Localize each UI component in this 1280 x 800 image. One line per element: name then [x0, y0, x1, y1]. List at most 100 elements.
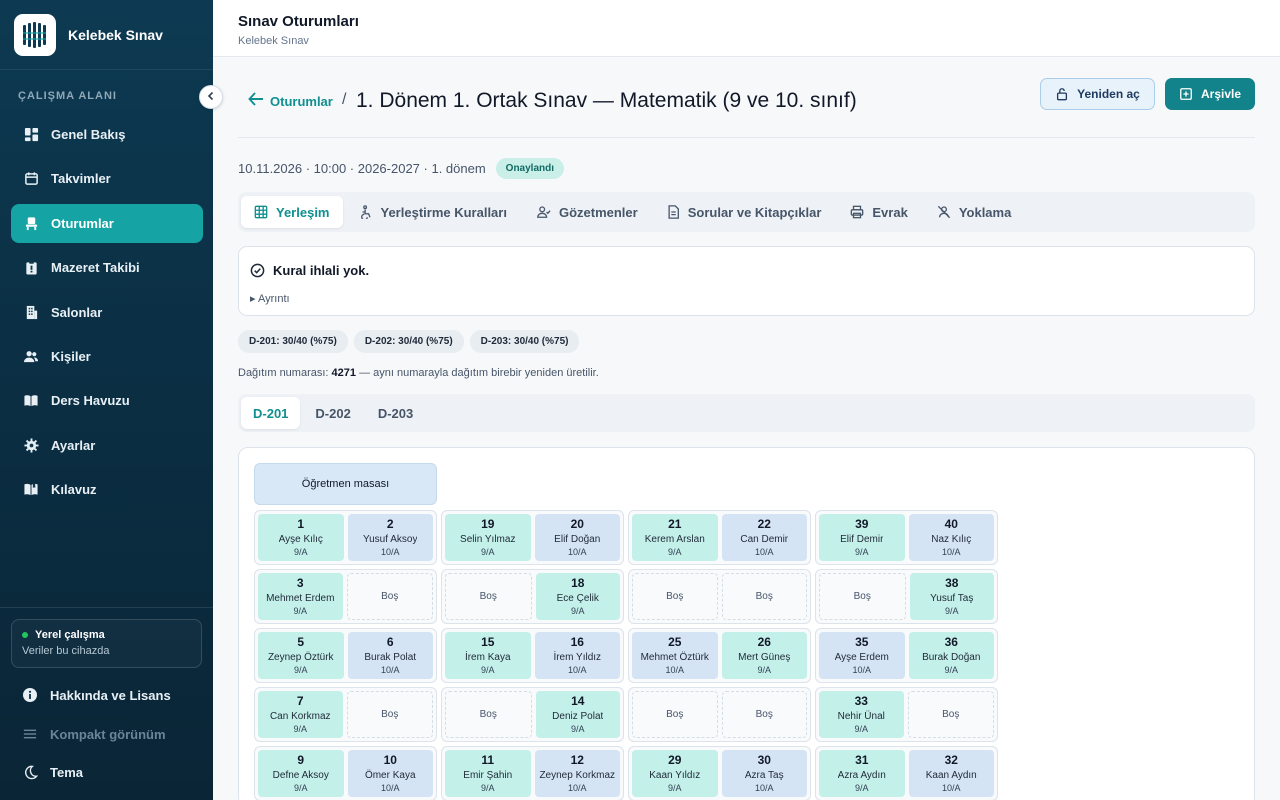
sidebar-item-mazeret-takibi[interactable]: Mazeret Takibi [11, 248, 203, 287]
seat[interactable]: 11 Emir Şahin 9/A [445, 750, 531, 797]
seat-number: 25 [668, 635, 682, 649]
seat[interactable]: 6 Burak Polat 10/A [347, 632, 433, 679]
header-subtitle: Kelebek Sınav [238, 35, 309, 47]
seat[interactable]: 30 Azra Taş 10/A [721, 750, 807, 797]
seat-number: 6 [386, 635, 394, 649]
seat[interactable]: 32 Kaan Aydın 10/A [908, 750, 994, 797]
sidebar-item-genel-bakis[interactable]: Genel Bakış [11, 115, 203, 154]
empty-seat[interactable]: Boş [721, 691, 807, 738]
seat[interactable]: 38 Yusuf Taş 9/A [909, 573, 994, 620]
sidebar-item-kilavuz[interactable]: Kılavuz [11, 470, 203, 509]
seat[interactable]: 22 Can Demir 10/A [721, 514, 807, 561]
seat[interactable]: 29 Kaan Yıldız 9/A [632, 750, 718, 797]
student-class: 9/A [854, 547, 869, 557]
seat-number: 14 [571, 694, 585, 708]
seat[interactable]: 31 Azra Aydın 9/A [819, 750, 905, 797]
seat[interactable]: 7 Can Korkmaz 9/A [258, 691, 343, 738]
seat-number: 40 [944, 517, 958, 531]
tab-gozetmenler[interactable]: Gözetmenler [523, 196, 651, 228]
compact-view-toggle[interactable]: Kompakt görünüm [22, 726, 166, 742]
student-name: Burak Doğan [922, 652, 981, 663]
details-toggle[interactable]: ▸ Ayrıntı [250, 292, 290, 305]
seat[interactable]: 10 Ömer Kaya 10/A [347, 750, 433, 797]
empty-seat[interactable]: Boş [632, 691, 718, 738]
seat[interactable]: 36 Burak Doğan 9/A [908, 632, 994, 679]
empty-seat[interactable]: Boş [907, 691, 994, 738]
student-class: 9/A [293, 724, 307, 734]
student-class: 10/A [852, 665, 871, 675]
empty-seat[interactable]: Boş [819, 573, 906, 620]
grid-icon [254, 205, 268, 219]
seat[interactable]: 5 Zeynep Öztürk 9/A [258, 632, 344, 679]
student-class: 9/A [667, 783, 682, 793]
empty-seat[interactable]: Boş [632, 573, 718, 620]
seat-number: 9 [297, 753, 305, 767]
menu-icon [22, 726, 38, 742]
seat[interactable]: 19 Selin Yılmaz 9/A [445, 514, 531, 561]
chevron-left-icon [206, 90, 216, 104]
seat[interactable]: 26 Mert Güneş 9/A [721, 632, 807, 679]
desk: 35 Ayşe Erdem 10/A 36 Burak Doğan 9/A [815, 628, 998, 683]
seat[interactable]: 20 Elif Doğan 10/A [534, 514, 620, 561]
empty-seat[interactable]: Boş [445, 573, 532, 620]
seat-number: 21 [668, 517, 682, 531]
theme-toggle[interactable]: Tema [22, 764, 83, 780]
tab-room-d-201[interactable]: D-201 [241, 397, 301, 429]
seat[interactable]: 1 Ayşe Kılıç 9/A [258, 514, 344, 561]
tab-room-d-202[interactable]: D-202 [303, 397, 362, 429]
seat[interactable]: 39 Elif Demir 9/A [819, 514, 905, 561]
sidebar-item-kisiler[interactable]: Kişiler [11, 337, 203, 376]
seat[interactable]: 12 Zeynep Korkmaz 10/A [534, 750, 620, 797]
tab-evrak[interactable]: Evrak [837, 196, 920, 228]
seat[interactable]: 33 Nehir Ünal 9/A [819, 691, 904, 738]
tab-yerlesim[interactable]: Yerleşim [241, 196, 343, 228]
tab-sorular-ve-kitapciklar[interactable]: Sorular ve Kitapçıklar [654, 196, 835, 228]
sidebar-item-label: Ders Havuzu [51, 393, 130, 409]
seat-number: 7 [296, 694, 304, 708]
seat[interactable]: 2 Yusuf Aksoy 10/A [347, 514, 433, 561]
sidebar-collapse-button[interactable] [199, 85, 223, 109]
empty-seat[interactable]: Boş [346, 573, 433, 620]
empty-seat-label: Boş [666, 709, 684, 720]
seat[interactable]: 18 Ece Çelik 9/A [535, 573, 620, 620]
seat[interactable]: 40 Naz Kılıç 10/A [908, 514, 994, 561]
sidebar-item-ders-havuzu[interactable]: Ders Havuzu [11, 381, 203, 420]
seat[interactable]: 16 İrem Yıldız 10/A [534, 632, 620, 679]
empty-seat[interactable]: Boş [346, 691, 433, 738]
student-class: 9/A [944, 606, 959, 616]
empty-seat[interactable]: Boş [721, 573, 807, 620]
tab-yoklama[interactable]: Yoklama [924, 196, 1025, 228]
student-name: Mehmet Erdem [266, 593, 335, 604]
back-link[interactable]: Oturumlar [248, 91, 333, 111]
sidebar-item-label: Kişiler [51, 348, 91, 364]
tab-yerlestirme-kurallari[interactable]: Yerleştirme Kuralları [346, 196, 520, 228]
seat[interactable]: 9 Defne Aksoy 9/A [258, 750, 344, 797]
reopen-button[interactable]: Yeniden aç [1040, 78, 1155, 110]
about-license-link[interactable]: Hakkında ve Lisans [22, 687, 171, 703]
sidebar-item-label: Mazeret Takibi [51, 260, 140, 276]
archive-label: Arşivle [1200, 87, 1242, 101]
seat[interactable]: 35 Ayşe Erdem 10/A [819, 632, 905, 679]
student-class: 10/A [754, 547, 774, 557]
seat[interactable]: 25 Mehmet Öztürk 10/A [632, 632, 718, 679]
archive-button[interactable]: Arşivle [1165, 78, 1255, 110]
student-name: Ayşe Erdem [834, 652, 889, 663]
printer-icon [850, 205, 864, 219]
seat[interactable]: 15 İrem Kaya 9/A [445, 632, 531, 679]
seat[interactable]: 14 Deniz Polat 9/A [535, 691, 620, 738]
brand[interactable]: Kelebek Sınav [0, 0, 213, 70]
guide-icon [23, 482, 39, 498]
desk-grid: 1 Ayşe Kılıç 9/A 2 Yusuf Aksoy 10/A 19 Selin Yı… [254, 510, 998, 800]
seat[interactable]: 21 Kerem Arslan 9/A [632, 514, 718, 561]
empty-seat[interactable]: Boş [445, 691, 532, 738]
sidebar-item-takvimler[interactable]: Takvimler [11, 159, 203, 198]
sidebar-item-label: Genel Bakış [51, 127, 126, 142]
student-name: Can Korkmaz [269, 711, 331, 722]
sidebar-item-ayarlar[interactable]: Ayarlar [11, 426, 203, 465]
tab-room-d-203[interactable]: D-203 [366, 397, 425, 429]
seat[interactable]: 3 Mehmet Erdem 9/A [258, 573, 343, 620]
student-class: 9/A [480, 665, 495, 675]
sidebar-item-salonlar[interactable]: Salonlar [11, 293, 203, 332]
sidebar-item-oturumlar[interactable]: Oturumlar [11, 203, 203, 243]
gear-icon [23, 437, 39, 453]
